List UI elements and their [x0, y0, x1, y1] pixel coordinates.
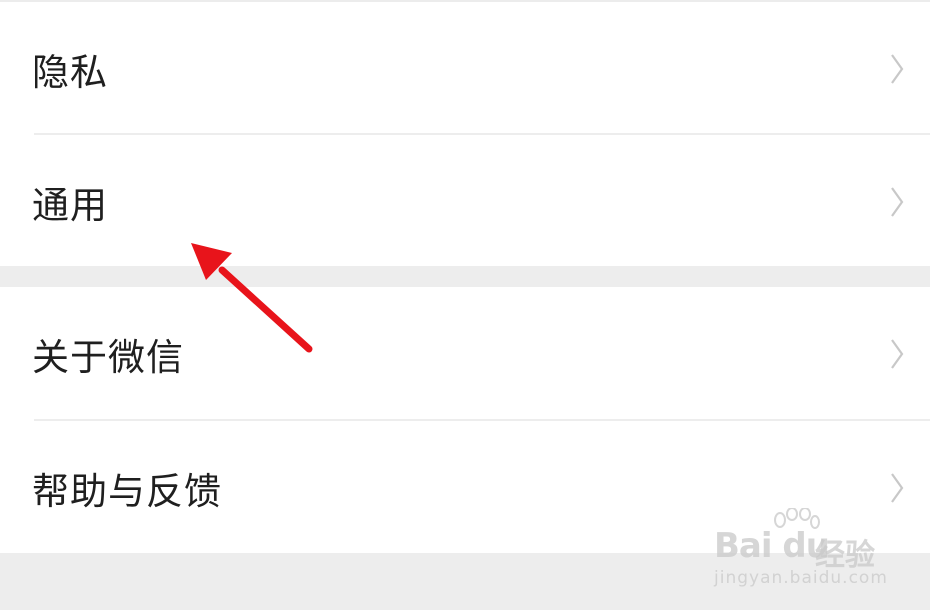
settings-item-label: 帮助与反馈 [32, 469, 222, 513]
settings-item-label: 隐私 [32, 50, 108, 94]
chevron-right-icon [891, 186, 904, 217]
settings-group-1: 隐私 通用 [0, 0, 930, 266]
watermark-url: jingyan.baidu.com [714, 568, 888, 588]
chevron-right-icon [891, 53, 904, 84]
settings-item-general[interactable]: 通用 [0, 135, 930, 268]
chevron-right-icon [891, 472, 904, 503]
settings-item-label: 通用 [32, 183, 108, 227]
chevron-right-icon [891, 338, 904, 369]
settings-item-about-wechat[interactable]: 关于微信 [0, 287, 930, 420]
settings-item-label: 关于微信 [32, 335, 184, 379]
settings-item-help-feedback[interactable]: 帮助与反馈 [0, 421, 930, 554]
settings-group-2: 关于微信 帮助与反馈 [0, 287, 930, 553]
settings-item-privacy[interactable]: 隐私 [0, 2, 930, 135]
